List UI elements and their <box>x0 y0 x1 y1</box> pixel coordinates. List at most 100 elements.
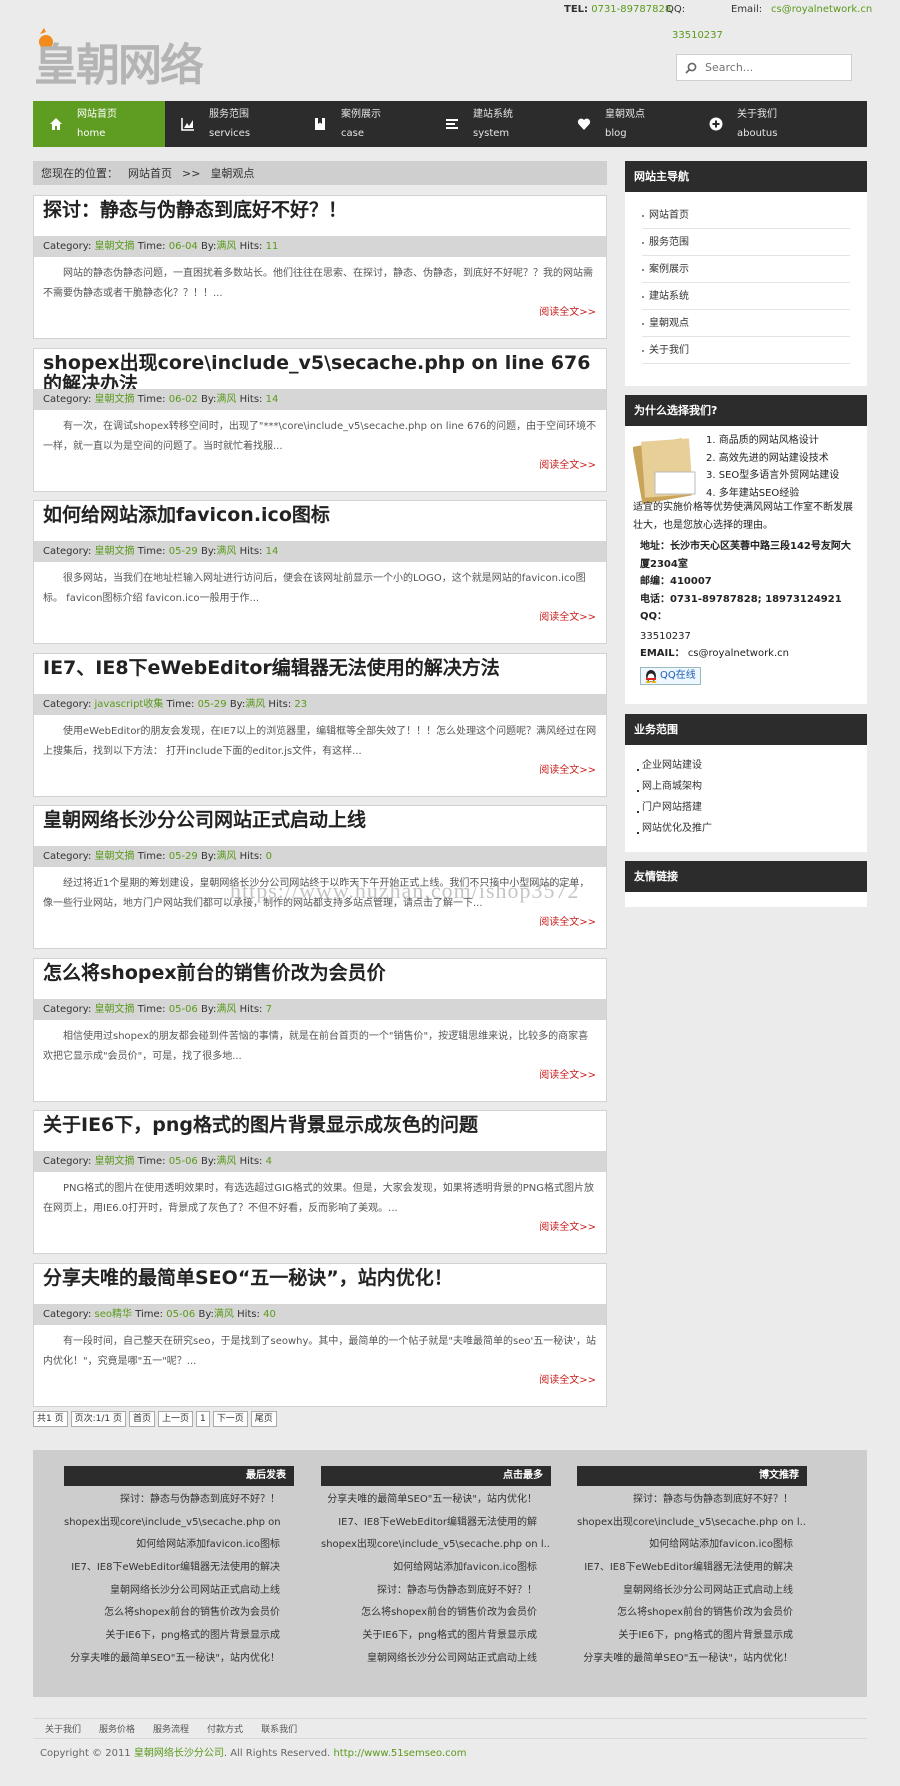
footer-col-list: 探讨：静态与伪静态到底好不好？！ shopex出现core\include_v5\… <box>577 1486 807 1671</box>
category-label: Category: <box>43 1156 92 1167</box>
post-title[interactable]: 皇朝网络长沙分公司网站正式启动上线 <box>43 810 598 831</box>
nav-item-case[interactable]: 案例展示 case <box>297 101 429 147</box>
footer-article-link[interactable]: 怎么将shopex前台的销售价改为会员价 <box>64 1602 294 1625</box>
post-title[interactable]: 怎么将shopex前台的销售价改为会员价 <box>43 963 598 984</box>
post-title[interactable]: 探讨：静态与伪静态到底好不好？！ <box>43 200 598 221</box>
post-excerpt: PNG格式的图片在使用透明效果时，有选选超过GIG格式的效果。但是，大家会发现，… <box>43 1183 594 1214</box>
search-box[interactable] <box>676 54 852 81</box>
read-more-link[interactable]: 阅读全文>> <box>539 913 596 928</box>
read-more-link[interactable]: 阅读全文>> <box>539 1218 596 1233</box>
footer-article-link[interactable]: 皇朝网络长沙分公司网站正式启动上线 <box>64 1580 294 1603</box>
breadcrumb-home-link[interactable]: 网站首页 <box>128 165 172 181</box>
footer-article-link[interactable]: shopex出现core\include_v5\secache.php on <box>64 1512 294 1535</box>
sidebar-item-system[interactable]: 建站系统 <box>642 283 850 310</box>
post-category-link[interactable]: 皇朝文摘 <box>95 546 135 557</box>
post-title[interactable]: 如何给网站添加favicon.ico图标 <box>43 505 598 526</box>
footer-link-about[interactable]: 关于我们 <box>45 1722 81 1735</box>
footer-article-link[interactable]: IE7、IE8下eWebEditor编辑器无法使用的解决 <box>577 1557 807 1580</box>
post-author-link[interactable]: 满风 <box>216 241 236 252</box>
read-more-link[interactable]: 阅读全文>> <box>539 303 596 318</box>
post-author-link[interactable]: 满风 <box>216 1156 236 1167</box>
read-more-link[interactable]: 阅读全文>> <box>539 456 596 471</box>
biz-item[interactable]: 门户网站搭建 <box>637 797 857 818</box>
footer-article-link[interactable]: 皇朝网络长沙分公司网站正式启动上线 <box>577 1580 807 1603</box>
footer-article-link[interactable]: 如何给网站添加favicon.ico图标 <box>64 1534 294 1557</box>
site-logo[interactable]: 皇朝网络 <box>32 26 238 96</box>
footer-article-link[interactable]: 探讨：静态与伪静态到底好不好？！ <box>64 1489 294 1512</box>
post-author-link[interactable]: 满风 <box>216 394 236 405</box>
read-more-link[interactable]: 阅读全文>> <box>539 761 596 776</box>
sidebar-item-home[interactable]: 网站首页 <box>642 202 850 229</box>
footer-article-link[interactable]: 关于IE6下，png格式的图片背景显示成 <box>64 1625 294 1648</box>
post-category-link[interactable]: seo精华 <box>95 1309 132 1320</box>
post-author-link[interactable]: 满风 <box>214 1309 234 1320</box>
read-more-link[interactable]: 阅读全文>> <box>539 1066 596 1081</box>
post-time: 05-29 <box>168 546 198 557</box>
read-more-link[interactable]: 阅读全文>> <box>539 608 596 623</box>
pager-current-page[interactable]: 1 <box>196 1411 210 1427</box>
footer-article-link[interactable]: shopex出现core\include_v5\secache.php on l… <box>577 1512 807 1535</box>
footer-link-process[interactable]: 服务流程 <box>153 1722 189 1735</box>
read-more-link[interactable]: 阅读全文>> <box>539 1371 596 1386</box>
why-text: 适宜的实施价格等优势使满风网站工作室不断发展壮大，也是您放心选择的理由。 <box>633 502 853 531</box>
pager-last-button[interactable]: 尾页 <box>250 1411 277 1427</box>
qq-online-button[interactable]: QQ在线 <box>640 666 701 685</box>
footer-article-link[interactable]: 关于IE6下，png格式的图片背景显示成 <box>577 1625 807 1648</box>
biz-item[interactable]: 网上商城架构 <box>637 776 857 797</box>
contact-email: cs@royalnetwork.cn <box>687 648 789 659</box>
post-title[interactable]: 分享夫唯的最简单SEO“五一秘诀”，站内优化！ <box>43 1268 598 1289</box>
footer-article-link[interactable]: 怎么将shopex前台的销售价改为会员价 <box>577 1602 807 1625</box>
footer-article-link[interactable]: 如何给网站添加favicon.ico图标 <box>321 1557 551 1580</box>
nav-item-services[interactable]: 服务范围 services <box>165 101 297 147</box>
nav-item-blog[interactable]: 皇朝观点 blog <box>561 101 693 147</box>
sidebar-item-blog[interactable]: 皇朝观点 <box>642 310 850 337</box>
footer-article-link[interactable]: 分享夫唯的最简单SEO"五一秘诀"，站内优化！ <box>577 1648 807 1671</box>
post-author-link[interactable]: 满风 <box>216 1004 236 1015</box>
search-input[interactable] <box>705 61 835 74</box>
footer-article-link[interactable]: shopex出现core\include_v5\secache.php on l… <box>321 1534 551 1557</box>
time-label: Time: <box>137 1004 166 1015</box>
pager-next-button[interactable]: 下一页 <box>212 1411 248 1427</box>
footer-article-link[interactable]: 关于IE6下，png格式的图片背景显示成 <box>321 1625 551 1648</box>
footer-article-link[interactable]: 探讨：静态与伪静态到底好不好？！ <box>577 1489 807 1512</box>
post-author-link[interactable]: 满风 <box>216 546 236 557</box>
search-icon <box>685 62 697 74</box>
footer-article-link[interactable]: 如何给网站添加favicon.ico图标 <box>577 1534 807 1557</box>
footer-article-link[interactable]: 分享夫唯的最简单SEO"五一秘诀"，站内优化！ <box>64 1648 294 1671</box>
nav-item-aboutus[interactable]: 关于我们 aboutus <box>693 101 825 147</box>
sidebar-item-services[interactable]: 服务范围 <box>642 229 850 256</box>
footer-article-link[interactable]: IE7、IE8下eWebEditor编辑器无法使用的解决 <box>64 1557 294 1580</box>
post-category-link[interactable]: 皇朝文摘 <box>95 1004 135 1015</box>
copyright-url-link[interactable]: http://www.51semseo.com <box>333 1748 466 1759</box>
footer-link-contact[interactable]: 联系我们 <box>261 1722 297 1735</box>
footer-article-link[interactable]: 皇朝网络长沙分公司网站正式启动上线 <box>321 1648 551 1671</box>
footer-link-payment[interactable]: 付款方式 <box>207 1722 243 1735</box>
sidebar-item-case[interactable]: 案例展示 <box>642 256 850 283</box>
email-link[interactable]: cs@royalnetwork.cn <box>771 4 872 15</box>
qq-online-label: QQ在线 <box>660 669 696 681</box>
pager-first-button[interactable]: 首页 <box>128 1411 155 1427</box>
post-category-link[interactable]: javascript收集 <box>95 699 164 710</box>
nav-item-home[interactable]: 网站首页 home <box>33 101 165 147</box>
biz-item[interactable]: 企业网站建设 <box>637 755 857 776</box>
footer-article-link[interactable]: 怎么将shopex前台的销售价改为会员价 <box>321 1602 551 1625</box>
biz-item[interactable]: 网站优化及推广 <box>637 818 857 839</box>
post-author-link[interactable]: 满风 <box>216 851 236 862</box>
copyright-company-link[interactable]: 皇朝网络长沙分公司 <box>134 1748 224 1759</box>
post-title[interactable]: IE7、IE8下eWebEditor编辑器无法使用的解决方法 <box>43 658 598 679</box>
post-card: 探讨：静态与伪静态到底好不好？！ Category: 皇朝文摘 Time: 06-… <box>33 195 607 339</box>
footer-article-link[interactable]: 分享夫唯的最简单SEO"五一秘诀"，站内优化！ <box>321 1489 551 1512</box>
post-category-link[interactable]: 皇朝文摘 <box>95 851 135 862</box>
post-category-link[interactable]: 皇朝文摘 <box>95 241 135 252</box>
sidebar-item-aboutus[interactable]: 关于我们 <box>642 337 850 364</box>
footer-article-link[interactable]: 探讨：静态与伪静态到底好不好？！ <box>321 1580 551 1603</box>
contact-address: 地址：长沙市天心区芙蓉中路三段142号友阿大厦2304室 <box>640 541 851 570</box>
footer-article-link[interactable]: IE7、IE8下eWebEditor编辑器无法使用的解 <box>321 1512 551 1535</box>
post-category-link[interactable]: 皇朝文摘 <box>95 1156 135 1167</box>
footer-link-price[interactable]: 服务价格 <box>99 1722 135 1735</box>
nav-item-system[interactable]: 建站系统 system <box>429 101 561 147</box>
pager-prev-button[interactable]: 上一页 <box>158 1411 194 1427</box>
post-category-link[interactable]: 皇朝文摘 <box>95 394 135 405</box>
post-title[interactable]: 关于IE6下，png格式的图片背景显示成灰色的问题 <box>43 1115 598 1136</box>
post-author-link[interactable]: 满风 <box>245 699 265 710</box>
